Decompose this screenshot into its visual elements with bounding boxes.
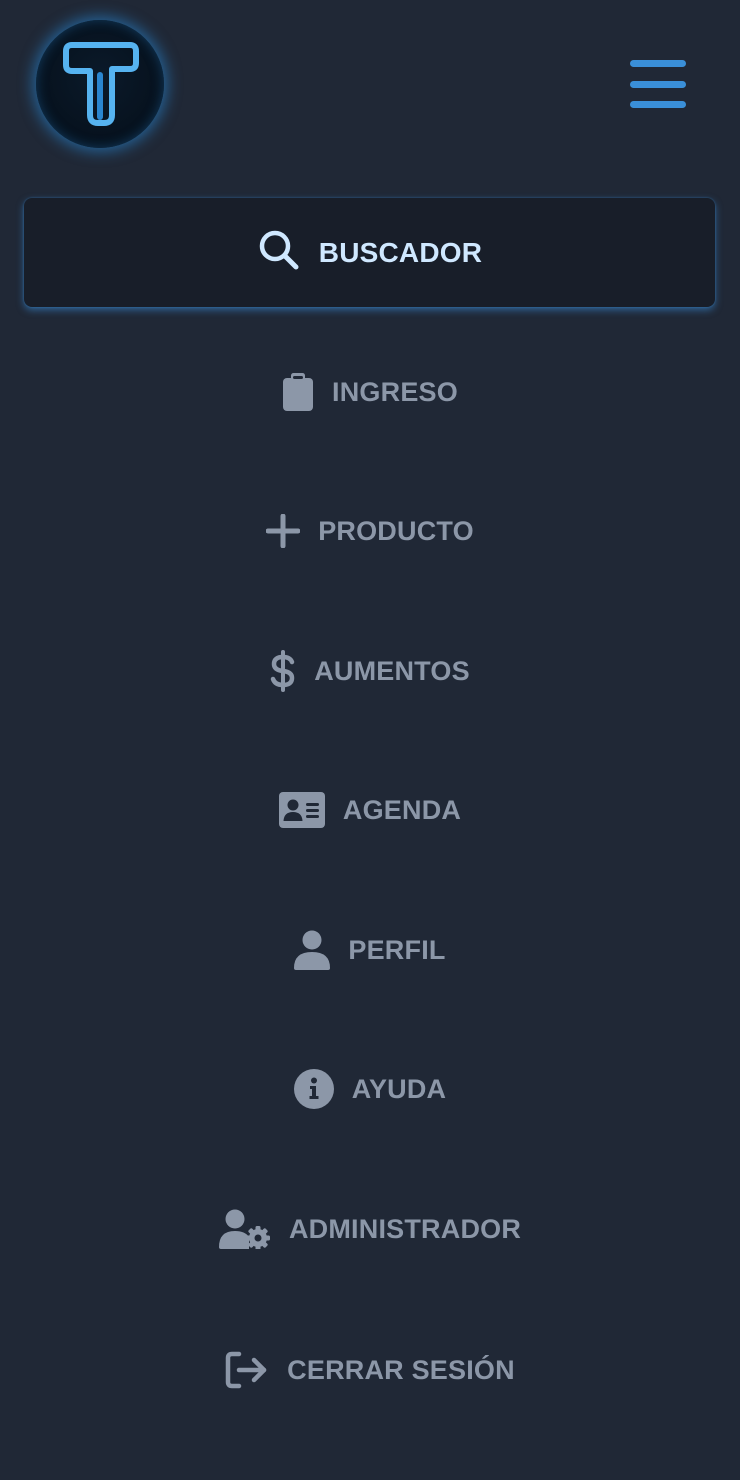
app-root: BUSCADOR INGRESO PRODUCTO AUMENTOS AGEND…: [0, 0, 740, 1480]
nav-item-cerrar-sesion[interactable]: CERRAR SESIÓN: [0, 1335, 740, 1405]
user-icon: [294, 930, 331, 970]
nav-item-administrador[interactable]: ADMINISTRADOR: [0, 1194, 740, 1264]
nav-item-label: INGRESO: [332, 376, 458, 407]
search-button-label: BUSCADOR: [318, 236, 483, 268]
nav-item-label: AYUDA: [351, 1073, 447, 1104]
nav-item-label: PERFIL: [348, 934, 446, 965]
nav-item-label: PRODUCTO: [318, 515, 474, 546]
nav-item-label: AGENDA: [342, 794, 462, 825]
nav-item-producto[interactable]: PRODUCTO: [0, 496, 740, 566]
logout-icon: [225, 1351, 269, 1389]
nav-item-ayuda[interactable]: AYUDA: [0, 1054, 740, 1124]
menu-line: [630, 60, 686, 67]
nav-item-perfil[interactable]: PERFIL: [0, 915, 740, 985]
menu-line: [630, 101, 686, 108]
nav-item-agenda[interactable]: AGENDA: [0, 775, 740, 845]
nav-item-label: CERRAR SESIÓN: [287, 1354, 515, 1385]
clipboard-icon: [282, 372, 314, 412]
hamburger-menu-icon[interactable]: [630, 58, 686, 110]
dollar-icon: [270, 650, 296, 692]
search-icon: [257, 228, 301, 277]
plus-icon: [266, 514, 301, 548]
nav-item-ingreso[interactable]: INGRESO: [0, 357, 740, 427]
nav-item-label: AUMENTOS: [314, 655, 470, 686]
user-gear-icon: [218, 1209, 271, 1249]
menu-line: [630, 80, 686, 88]
nav-item-aumentos[interactable]: AUMENTOS: [0, 636, 740, 706]
search-button[interactable]: BUSCADOR: [24, 198, 715, 307]
t-logo-icon[interactable]: [36, 20, 164, 148]
contact-card-icon: [278, 792, 325, 828]
nav-item-label: ADMINISTRADOR: [288, 1213, 522, 1244]
info-icon: [293, 1069, 334, 1109]
